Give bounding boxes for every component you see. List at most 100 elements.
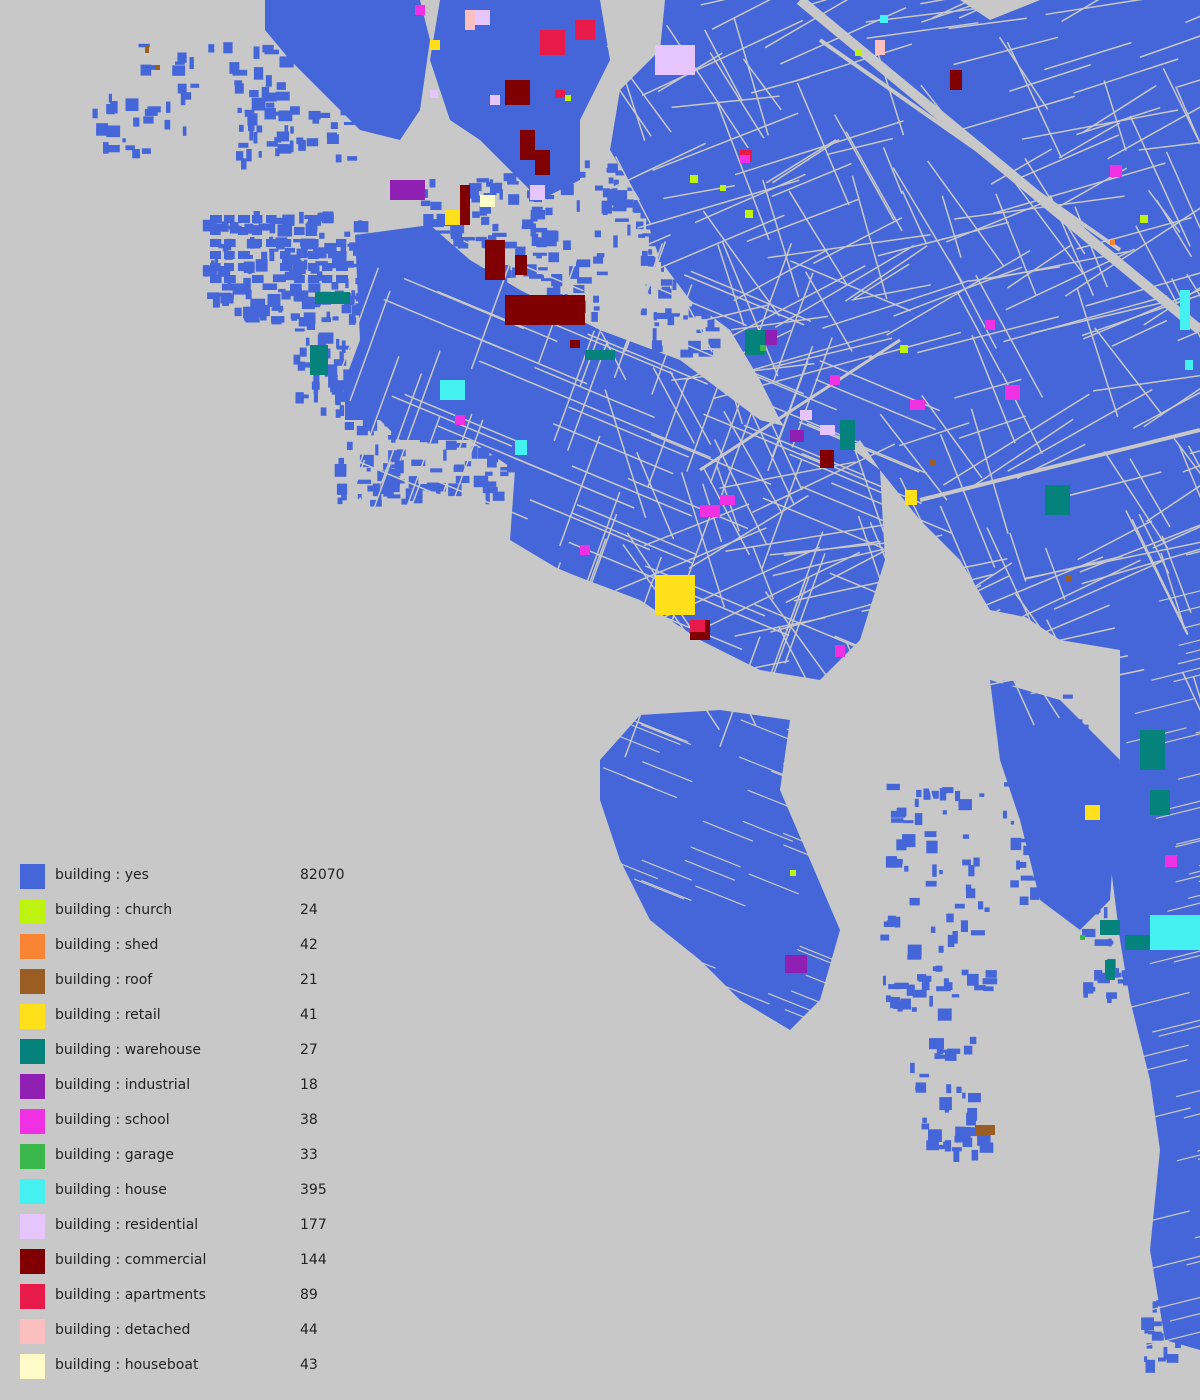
legend-item-houseboat: building : houseboat 43 bbox=[20, 1352, 420, 1387]
building bbox=[229, 222, 239, 234]
building bbox=[584, 160, 590, 169]
building bbox=[404, 362, 414, 369]
legend-item-industrial: building : industrial 18 bbox=[20, 1072, 420, 1107]
building-warehouse bbox=[1100, 920, 1120, 935]
building bbox=[355, 277, 369, 285]
building bbox=[690, 255, 703, 262]
building bbox=[947, 934, 955, 947]
building bbox=[707, 267, 717, 276]
building bbox=[1175, 1338, 1181, 1349]
building bbox=[320, 407, 327, 416]
building bbox=[665, 181, 675, 193]
building bbox=[395, 386, 410, 391]
building bbox=[306, 221, 318, 232]
building bbox=[978, 901, 984, 910]
building bbox=[891, 818, 904, 823]
building bbox=[141, 148, 151, 154]
building bbox=[166, 101, 171, 113]
building bbox=[627, 224, 631, 236]
building bbox=[349, 242, 364, 251]
building bbox=[303, 259, 308, 270]
building-school bbox=[1165, 855, 1177, 867]
building bbox=[545, 207, 553, 216]
building bbox=[938, 1144, 944, 1150]
building bbox=[640, 255, 655, 266]
building bbox=[335, 409, 341, 418]
legend-swatch bbox=[20, 899, 45, 924]
building bbox=[907, 944, 922, 955]
building-school bbox=[1005, 385, 1020, 400]
legend-item-school: building : school 38 bbox=[20, 1107, 420, 1142]
building bbox=[1059, 849, 1070, 854]
building bbox=[660, 279, 672, 286]
building bbox=[143, 116, 154, 124]
building bbox=[92, 108, 98, 119]
building bbox=[1131, 905, 1146, 914]
building bbox=[576, 259, 591, 268]
building bbox=[885, 995, 891, 1003]
legend-count: 144 bbox=[300, 1252, 327, 1268]
building bbox=[1035, 800, 1043, 808]
building bbox=[939, 1097, 952, 1111]
building bbox=[1019, 896, 1029, 905]
building bbox=[1004, 763, 1020, 773]
legend-swatch bbox=[20, 1249, 45, 1274]
building bbox=[294, 227, 305, 235]
building bbox=[918, 975, 932, 982]
building bbox=[538, 267, 548, 271]
building bbox=[973, 857, 980, 867]
building bbox=[907, 954, 922, 960]
building bbox=[452, 231, 463, 241]
building bbox=[415, 428, 424, 440]
building bbox=[979, 793, 985, 797]
building bbox=[1163, 1346, 1168, 1360]
legend-swatch bbox=[20, 934, 45, 959]
building bbox=[234, 307, 242, 317]
legend-swatch bbox=[20, 1354, 45, 1379]
building bbox=[967, 973, 979, 986]
building bbox=[1032, 730, 1041, 743]
building bbox=[430, 342, 437, 351]
building bbox=[236, 151, 244, 161]
building-school bbox=[580, 545, 590, 555]
building-warehouse bbox=[1045, 485, 1070, 515]
building bbox=[492, 223, 499, 232]
building bbox=[670, 316, 674, 322]
building bbox=[280, 227, 291, 235]
building bbox=[430, 385, 435, 399]
building bbox=[380, 348, 391, 353]
building bbox=[438, 355, 447, 360]
building bbox=[338, 457, 344, 471]
building bbox=[423, 331, 434, 341]
building bbox=[1002, 810, 1007, 819]
building-retail bbox=[905, 490, 917, 505]
legend-item-shed: building : shed 42 bbox=[20, 932, 420, 967]
building bbox=[1103, 907, 1108, 919]
building bbox=[595, 185, 603, 191]
building bbox=[962, 1092, 966, 1099]
building bbox=[308, 283, 321, 293]
building bbox=[885, 856, 897, 868]
building bbox=[484, 488, 496, 493]
building bbox=[1033, 867, 1040, 879]
building bbox=[883, 975, 886, 986]
building bbox=[336, 275, 348, 283]
building-detached bbox=[875, 40, 885, 55]
building-warehouse bbox=[310, 345, 328, 375]
building bbox=[336, 263, 348, 271]
building bbox=[1094, 939, 1109, 946]
building bbox=[290, 126, 294, 134]
building bbox=[925, 880, 937, 887]
building-detached bbox=[465, 10, 475, 30]
building bbox=[546, 180, 557, 192]
building bbox=[252, 215, 263, 223]
building bbox=[921, 1123, 930, 1130]
legend-label: building : warehouse bbox=[55, 1042, 202, 1058]
legend-count: 42 bbox=[300, 937, 318, 953]
building-school bbox=[455, 415, 465, 425]
building bbox=[654, 322, 660, 327]
building bbox=[473, 475, 489, 488]
building-commercial bbox=[485, 240, 505, 280]
building bbox=[1035, 807, 1049, 821]
building bbox=[601, 200, 612, 214]
